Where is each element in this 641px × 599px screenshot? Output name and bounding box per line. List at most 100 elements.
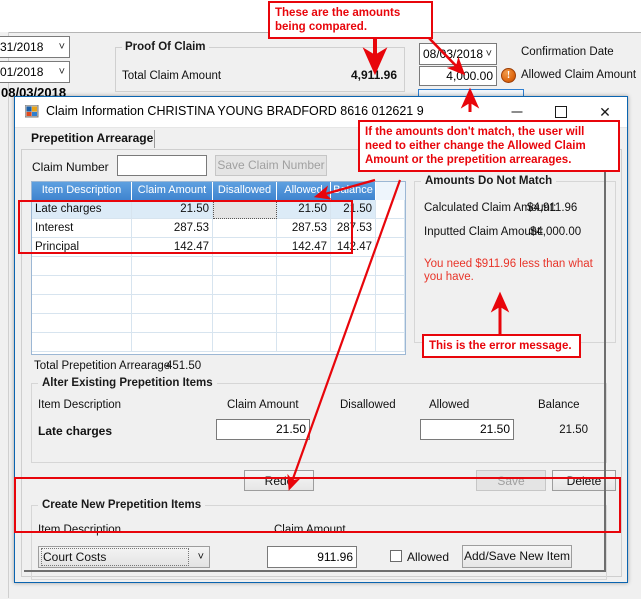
- total-prepetition-arrearage-value: 451.50: [166, 360, 202, 372]
- callout-error-message-note: This is the error message.: [422, 334, 581, 358]
- cell-item-description: [32, 333, 132, 352]
- grid-header-disallowed[interactable]: Disallowed: [213, 182, 277, 200]
- add-save-new-item-button[interactable]: Add/Save New Item: [462, 545, 572, 568]
- alter-col-disallowed: Disallowed: [340, 399, 396, 411]
- alter-claim-amount-input[interactable]: 21.50: [216, 419, 310, 440]
- cell-disallowed: [213, 295, 277, 314]
- create-claim-amount-input[interactable]: 911.96: [267, 546, 357, 568]
- cell-disallowed[interactable]: [213, 219, 277, 238]
- grid-header-balance[interactable]: Balance: [331, 182, 376, 200]
- claim-number-label: Claim Number: [32, 160, 109, 174]
- alter-col-balance: Balance: [538, 399, 580, 411]
- cell-balance: [331, 276, 376, 295]
- cell-balance: [331, 257, 376, 276]
- table-row[interactable]: [32, 257, 405, 276]
- table-row[interactable]: Principal 142.47 142.47 142.47: [32, 238, 405, 257]
- callout-mismatch-note: If the amounts don't match, the user wil…: [358, 120, 620, 172]
- cell-item-description: [32, 295, 132, 314]
- confirmation-date-value: 08/03/2018: [423, 47, 484, 61]
- cell-claim-amount: [132, 257, 213, 276]
- alter-col-allowed: Allowed: [429, 399, 470, 411]
- cell-disallowed[interactable]: [213, 238, 277, 257]
- amounts-mismatch-title: Amounts Do Not Match: [421, 175, 557, 187]
- cell-allowed: 142.47: [277, 238, 331, 257]
- error-message: You need $911.96 less than what you have…: [424, 258, 593, 283]
- grid-header-blank[interactable]: [376, 182, 405, 200]
- prepetition-grid[interactable]: Item Description Claim Amount Disallowed…: [31, 181, 406, 355]
- background-left-strip: [0, 32, 9, 598]
- cell-claim-amount: [132, 333, 213, 352]
- grid-header-allowed[interactable]: Allowed: [277, 182, 331, 200]
- cell-allowed: 287.53: [277, 219, 331, 238]
- cell-balance: 142.47: [331, 238, 376, 257]
- alter-row-item-description: Late charges: [38, 424, 113, 438]
- create-claim-amount-value: 911.96: [317, 550, 353, 564]
- claim-number-input[interactable]: [117, 155, 207, 176]
- alter-col-claim-amount: Claim Amount: [227, 399, 299, 411]
- inputted-claim-amount-value: $4,000.00: [530, 226, 582, 238]
- horizontal-scrollbar[interactable]: [24, 570, 606, 572]
- date-combo-2[interactable]: 01/2018 ˅: [0, 61, 70, 83]
- total-prepetition-arrearage-label: Total Prepetition Arrearage: [34, 360, 171, 372]
- date-combo-1[interactable]: 31/2018 ˅: [0, 36, 70, 58]
- grid-header-claim-amount[interactable]: Claim Amount: [132, 182, 213, 200]
- chevron-down-icon: ˅: [58, 41, 65, 53]
- table-row[interactable]: Interest 287.53 287.53 287.53: [32, 219, 405, 238]
- cell-allowed: [277, 295, 331, 314]
- cell-allowed: 21.50: [277, 200, 331, 219]
- cell-disallowed: [213, 257, 277, 276]
- cell-allowed: [277, 314, 331, 333]
- total-claim-amount-label: Total Claim Amount: [122, 70, 222, 82]
- cell-allowed: [277, 257, 331, 276]
- delete-button[interactable]: Delete: [552, 470, 616, 491]
- application-icon: [25, 105, 39, 118]
- alter-allowed-value: 21.50: [479, 422, 510, 436]
- alter-allowed-input[interactable]: 21.50: [420, 419, 514, 440]
- table-row[interactable]: [32, 295, 405, 314]
- grid-header-item-description[interactable]: Item Description: [32, 182, 132, 200]
- cell-blank: [376, 257, 405, 276]
- create-item-description-label: Item Description: [38, 524, 122, 536]
- date-combo-2-value: 01/2018: [0, 65, 44, 79]
- total-claim-amount-value: 4,911.96: [350, 68, 397, 82]
- cell-item-description: Interest: [32, 219, 132, 238]
- cell-claim-amount: [132, 295, 213, 314]
- item-description-value: Court Costs: [43, 550, 107, 564]
- cell-disallowed: [213, 276, 277, 295]
- tab-separator: [154, 130, 155, 148]
- screenshot-root: 31/2018 ˅ 01/2018 ˅ 08/03/2018 Proof Of …: [0, 0, 641, 599]
- vertical-scrollbar[interactable]: [604, 152, 606, 570]
- callout-amounts-compared: These are the amounts being compared.: [268, 1, 433, 39]
- confirmation-date-combo[interactable]: 08/03/2018 ˅: [419, 43, 497, 65]
- save-button[interactable]: Save: [476, 470, 546, 491]
- cell-disallowed: [213, 314, 277, 333]
- save-claim-number-button[interactable]: Save Claim Number: [215, 155, 327, 176]
- alter-col-item-description: Item Description: [38, 399, 122, 411]
- allowed-checkbox[interactable]: [390, 550, 402, 562]
- cell-claim-amount: 287.53: [132, 219, 213, 238]
- cell-item-description: [32, 276, 132, 295]
- cell-balance: 287.53: [331, 219, 376, 238]
- calculated-claim-amount-value: $4,911.96: [527, 202, 578, 214]
- table-row[interactable]: [32, 333, 405, 352]
- allowed-claim-amount-value: 4,000.00: [446, 69, 493, 83]
- table-row[interactable]: [32, 314, 405, 333]
- allowed-claim-amount-label: Allowed Claim Amount: [521, 69, 637, 81]
- cell-disallowed[interactable]: [213, 200, 277, 219]
- cell-item-description: Principal: [32, 238, 132, 257]
- proof-of-claim-title: Proof Of Claim: [122, 41, 209, 53]
- create-new-title: Create New Prepetition Items: [38, 499, 206, 511]
- tab-prepetition-arrearage[interactable]: Prepetition Arrearage: [21, 128, 163, 149]
- cell-blank: [376, 200, 405, 219]
- redo-button[interactable]: Redo: [244, 470, 314, 491]
- item-description-dropdown[interactable]: Court Costs ˅: [38, 546, 210, 568]
- cell-blank: [376, 314, 405, 333]
- allowed-claim-amount-input[interactable]: 4,000.00: [419, 66, 497, 86]
- maximize-icon: [555, 105, 567, 118]
- tab-page-prepetition-arrearage: Claim Number Save Claim Number Item Desc…: [21, 149, 622, 580]
- table-row[interactable]: [32, 276, 405, 295]
- table-row[interactable]: Late charges 21.50 21.50 21.50: [32, 200, 405, 219]
- cell-balance: [331, 295, 376, 314]
- confirmation-date-label: Confirmation Date: [521, 46, 614, 58]
- cell-blank: [376, 333, 405, 352]
